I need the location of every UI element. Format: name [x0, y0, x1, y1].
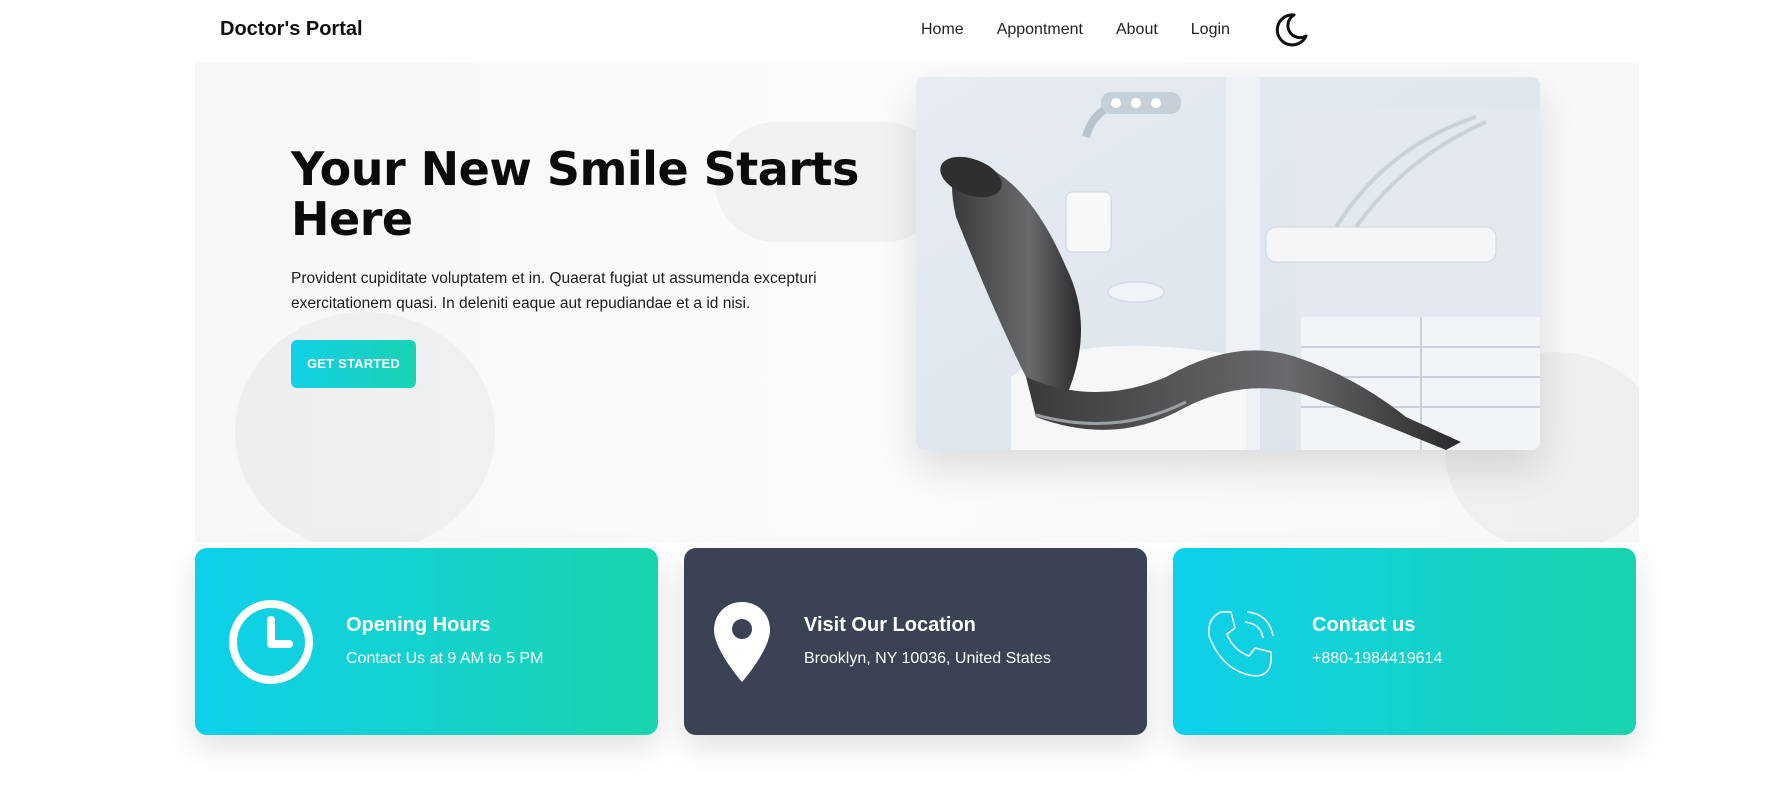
- nav-link-appointment[interactable]: Appontment: [997, 21, 1083, 39]
- card-subtitle: +880-1984419614: [1312, 650, 1443, 667]
- card-title: Opening Hours: [346, 614, 491, 636]
- card-subtitle: Brooklyn, NY 10036, United States: [804, 650, 1051, 667]
- map-pin-icon: [712, 600, 772, 684]
- nav-link-home[interactable]: Home: [921, 21, 964, 39]
- brand-logo[interactable]: Doctor's Portal: [220, 18, 363, 41]
- hero-text: Your New Smile Starts Here Provident cup…: [291, 144, 871, 388]
- clock-icon: [225, 596, 317, 688]
- hero-description: Provident cupiditate voluptatem et in. Q…: [291, 270, 817, 312]
- hero-title: Your New Smile Starts Here: [291, 142, 859, 246]
- card-title: Visit Our Location: [804, 614, 976, 636]
- card-subtitle: Contact Us at 9 AM to 5 PM: [346, 650, 544, 667]
- card-title: Contact us: [1312, 614, 1416, 636]
- location-card: Visit Our Location Brooklyn, NY 10036, U…: [684, 548, 1147, 735]
- nav-links: Home Appontment About Login: [921, 0, 1230, 60]
- hero-section: Your New Smile Starts Here Provident cup…: [195, 62, 1639, 542]
- moon-icon[interactable]: [1272, 11, 1310, 49]
- dental-chair-image: [916, 77, 1540, 450]
- get-started-button[interactable]: GET STARTED: [291, 340, 416, 388]
- info-cards: Opening Hours Contact Us at 9 AM to 5 PM…: [195, 548, 1639, 735]
- nav-link-about[interactable]: About: [1116, 21, 1158, 39]
- nav-link-login[interactable]: Login: [1191, 21, 1230, 39]
- contact-card: Contact us +880-1984419614: [1173, 548, 1636, 735]
- phone-icon: [1203, 606, 1279, 682]
- navbar: Doctor's Portal Home Appontment About Lo…: [0, 0, 1770, 60]
- opening-hours-card: Opening Hours Contact Us at 9 AM to 5 PM: [195, 548, 658, 735]
